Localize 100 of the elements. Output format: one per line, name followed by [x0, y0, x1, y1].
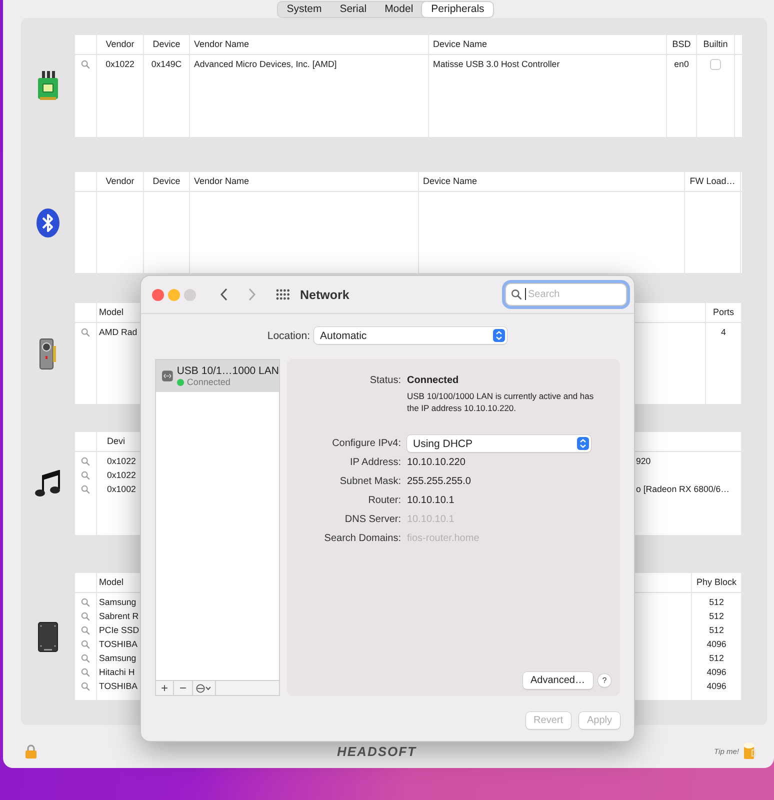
magnifier-icon[interactable] [81, 456, 90, 466]
table-cell: Sabrent R [99, 611, 139, 621]
tab[interactable]: Peripherals [422, 2, 494, 17]
tab[interactable]: System [278, 2, 331, 17]
service-name: USB 10/1…1000 LAN [176, 365, 279, 377]
logo: HEADSOFT [337, 744, 416, 758]
table-cell: 512 [709, 625, 724, 635]
column-header[interactable]: Model [99, 577, 124, 587]
grid-icon[interactable] [276, 289, 290, 300]
help-button[interactable]: ? [598, 674, 611, 687]
table-cell: Samsung [99, 597, 136, 607]
column-header[interactable]: Device Name [423, 176, 478, 186]
column-header[interactable]: Device Name [433, 39, 488, 49]
checkbox[interactable] [710, 58, 721, 70]
beer-mug-icon[interactable] [743, 742, 756, 760]
column-header[interactable]: Ports [712, 307, 734, 317]
location-label: Location: [266, 330, 310, 342]
column-header[interactable]: Vendor Name [194, 176, 250, 186]
table-cell: TOSHIBA [99, 639, 138, 649]
magnifier-icon[interactable] [81, 470, 90, 480]
table-cell: 4096 [706, 667, 726, 677]
magnifier-icon[interactable] [81, 654, 90, 662]
close-button[interactable] [152, 288, 164, 300]
magnifier-icon[interactable] [81, 484, 90, 494]
search-field[interactable]: Search [505, 283, 627, 306]
table-cell: AMD Rad [99, 327, 138, 337]
field-label: Status: [368, 374, 401, 388]
table-cell: o [Radeon RX 6800/6… [636, 484, 730, 494]
table-cell: TOSHIBA [99, 681, 138, 691]
location-dropdown[interactable]: Automatic [314, 327, 507, 344]
column-header[interactable]: Vendor Name [194, 39, 250, 49]
magnifier-icon[interactable] [81, 612, 90, 620]
magnifier-icon[interactable] [81, 640, 90, 648]
magnifier-icon[interactable] [81, 668, 90, 676]
window-title: Network [300, 288, 350, 302]
magnifier-icon[interactable] [81, 626, 90, 634]
magnifier-icon[interactable] [81, 60, 90, 68]
table-cell: 0x1022 [107, 470, 136, 480]
lock-icon[interactable] [25, 744, 37, 758]
advanced-button[interactable]: Advanced… [522, 672, 593, 689]
minimize-button[interactable] [168, 288, 180, 300]
field-label: Subnet Mask: [338, 475, 401, 489]
table-cell: Samsung [99, 653, 136, 663]
music-notes-icon [34, 470, 62, 498]
column-header[interactable]: BSD [672, 39, 691, 49]
ipv4-dropdown[interactable]: Using DHCP [407, 435, 591, 452]
column-header[interactable]: Devi [107, 436, 126, 446]
field-label: IP Address: [349, 456, 401, 470]
search-icon[interactable] [511, 289, 522, 300]
graphics-card-icon [39, 338, 57, 370]
field-label: Configure IPv4: [331, 437, 401, 451]
drive-icon [38, 622, 58, 652]
field-label: Router: [367, 494, 401, 508]
field-label: Search Domains: [323, 532, 401, 546]
tab[interactable]: Model [376, 2, 422, 17]
table-cell: 4096 [706, 639, 726, 649]
bluetooth-icon [36, 208, 60, 238]
field-value: 10.10.10.220 [407, 456, 466, 470]
table-cell: 0x149C [151, 59, 182, 69]
column-header[interactable]: Model [99, 307, 124, 317]
status-description: USB 10/100/1000 LAN is currently active and has the IP address 10.10.10.220. [407, 390, 595, 414]
table-cell: 0x1002 [107, 484, 136, 494]
column-header[interactable]: Phy Block [696, 577, 737, 587]
magnifier-icon[interactable] [81, 328, 90, 336]
table-cell: 512 [709, 653, 724, 663]
magnifier-icon[interactable] [81, 598, 90, 606]
table-cell: Advanced Micro Devices, Inc. [AMD] [194, 59, 337, 69]
tab[interactable]: Serial [330, 2, 376, 17]
table-cell: Hitachi H [99, 667, 135, 677]
table-cell: PCIe SSD [99, 625, 140, 635]
stepper-icon [577, 437, 589, 450]
table-cell: 4 [721, 327, 726, 337]
table-cell: 4096 [706, 681, 726, 691]
add-button[interactable]: + [156, 681, 174, 695]
table-cell: 920 [636, 456, 651, 466]
table-cell: 512 [709, 597, 724, 607]
service-status: Connected [186, 377, 230, 387]
column-header[interactable]: Device [152, 176, 180, 186]
field-value: 10.10.10.1 [407, 494, 456, 508]
circuit-board-icon [37, 71, 59, 101]
forward-icon[interactable] [248, 288, 256, 301]
text-cursor [525, 288, 526, 300]
table-cell: en0 [674, 59, 689, 69]
column-header[interactable]: Device [152, 39, 180, 49]
field-value: 255.255.255.0 [407, 475, 472, 489]
column-header[interactable]: FW Load… [690, 176, 736, 186]
table-cell: Matisse USB 3.0 Host Controller [433, 59, 560, 69]
column-header[interactable]: Builtin [703, 39, 728, 49]
service-item[interactable]: USB 10/1…1000 LAN Connected [156, 360, 279, 392]
table-cell: 512 [709, 611, 724, 621]
back-icon[interactable] [220, 288, 228, 301]
field-label: DNS Server: [344, 513, 401, 527]
table-cell: 0x1022 [106, 59, 134, 69]
remove-button[interactable]: − [174, 681, 193, 695]
magnifier-icon[interactable] [81, 682, 90, 690]
status-value: Connected [407, 374, 460, 388]
stepper-icon [493, 329, 505, 342]
column-header[interactable]: Vendor [106, 39, 134, 49]
column-header[interactable]: Vendor [106, 176, 134, 186]
table-cell: 0x1022 [107, 456, 136, 466]
